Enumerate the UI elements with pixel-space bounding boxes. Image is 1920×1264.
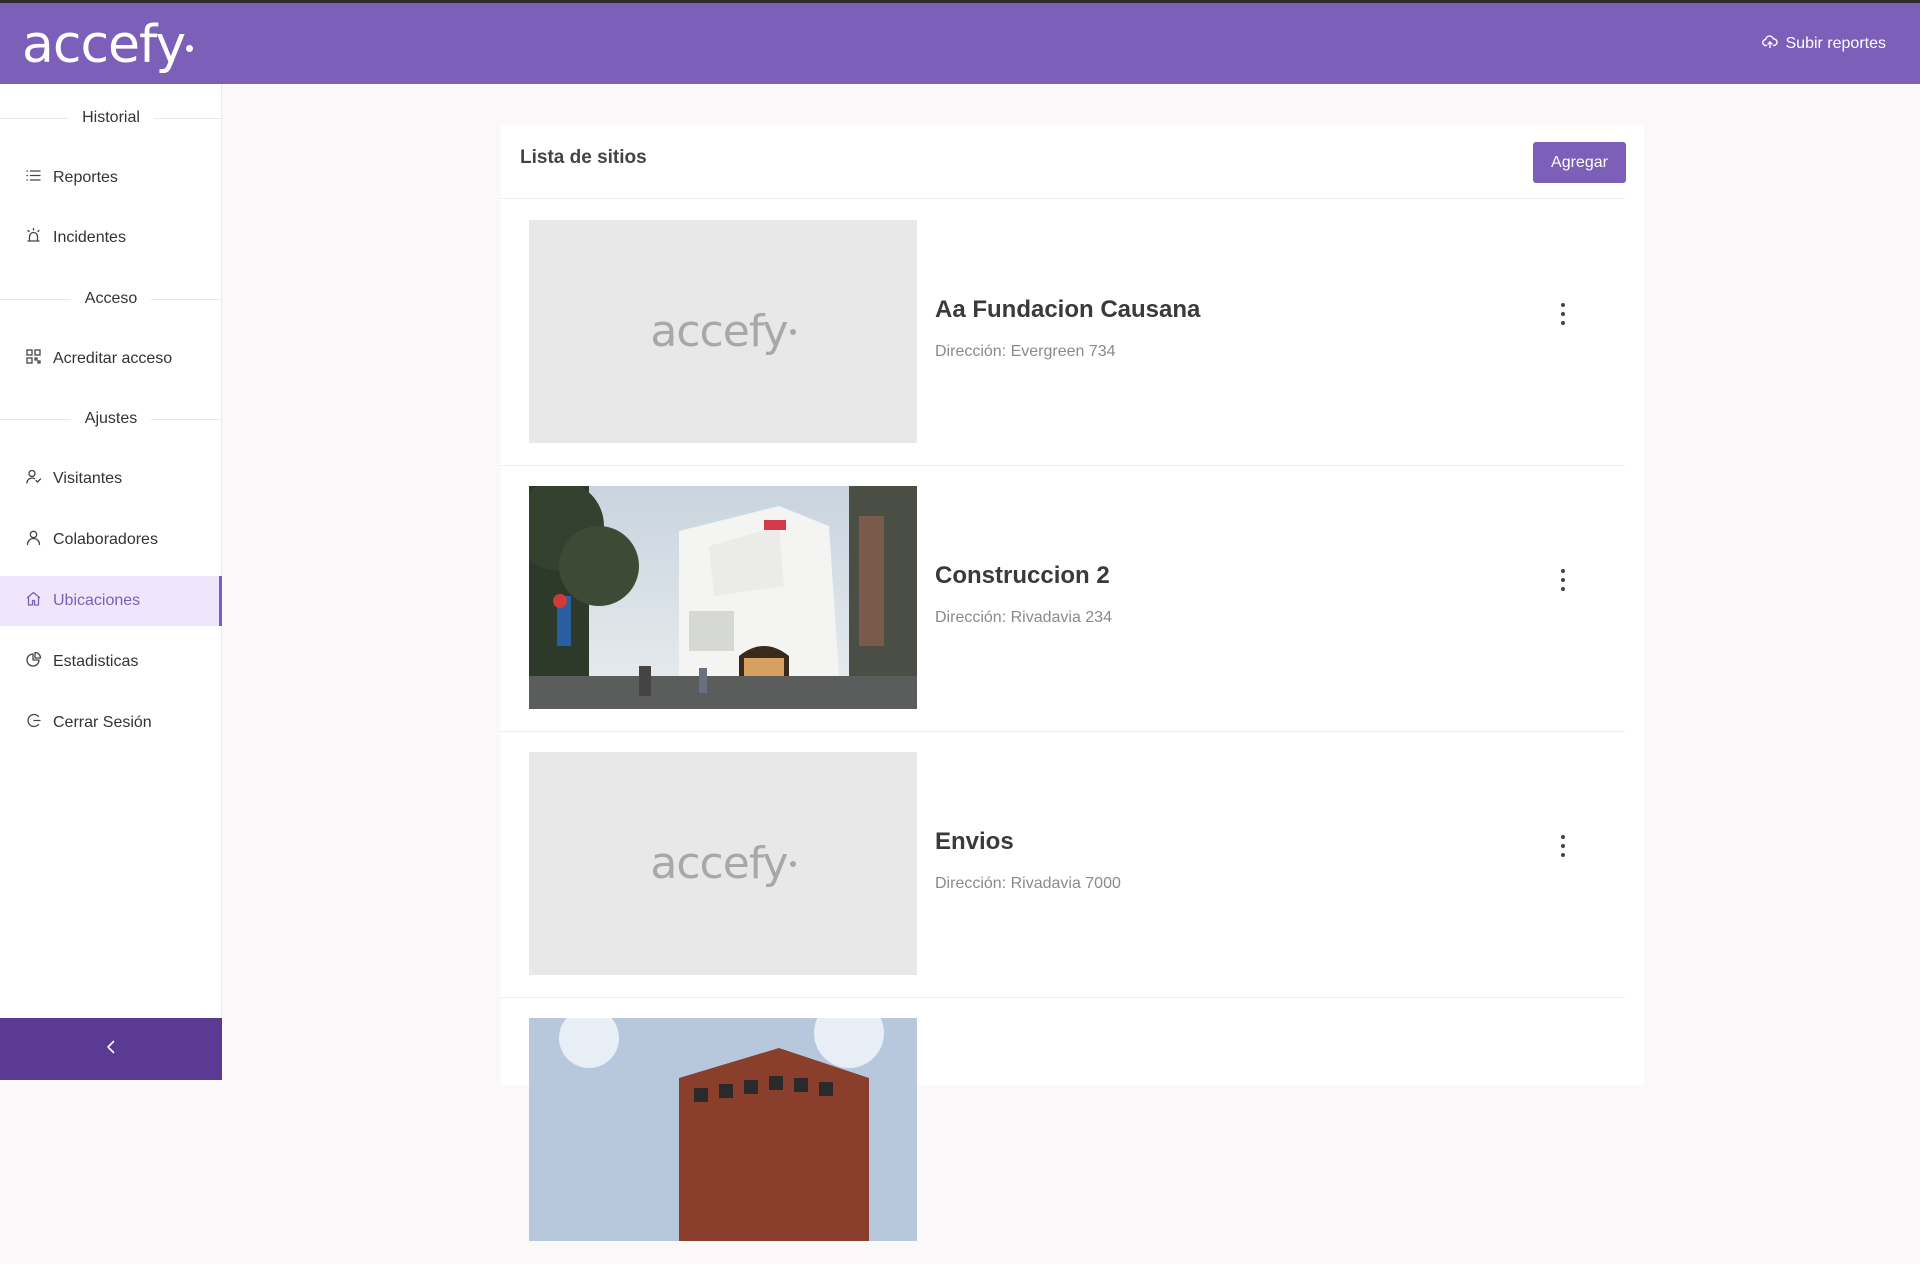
upload-reports-button[interactable]: Subir reportes [1761, 33, 1887, 55]
top-bar: accefy Subir reportes [0, 0, 1920, 84]
sidebar-item-ubicaciones[interactable]: Ubicaciones [0, 576, 222, 626]
sites-list-header: Lista de sitios Agregar [501, 125, 1626, 199]
sidebar-collapse-button[interactable] [0, 1018, 222, 1080]
site-thumbnail-photo [529, 486, 917, 709]
site-row[interactable] [501, 998, 1625, 1264]
chevron-left-icon [104, 1039, 118, 1060]
user-icon [25, 529, 42, 551]
sidebar-item-incidentes[interactable]: Incidentes [0, 213, 221, 263]
site-row[interactable]: accefy Envios Dirección: Rivadavia 7000 [501, 732, 1625, 998]
site-address: Dirección: Rivadavia 234 [935, 609, 1112, 626]
list-icon [25, 167, 42, 189]
visitor-icon [25, 468, 42, 490]
logout-icon [25, 712, 42, 734]
pie-chart-icon [25, 651, 42, 673]
alarm-icon [25, 227, 42, 249]
site-thumbnail-photo [529, 1018, 917, 1241]
accefy-placeholder-logo: accefy [529, 752, 917, 975]
site-address: Dirección: Evergreen 734 [935, 343, 1116, 360]
more-options-icon[interactable] [1551, 294, 1575, 334]
sidebar-item-reportes[interactable]: Reportes [0, 153, 221, 203]
more-options-icon[interactable] [1551, 826, 1575, 866]
building-photo [529, 486, 917, 709]
qr-code-icon [25, 348, 42, 370]
site-address: Dirección: Rivadavia 7000 [935, 875, 1121, 892]
accefy-logo[interactable]: accefy [22, 17, 194, 73]
site-name: Construccion 2 [935, 562, 1110, 589]
sidebar-item-estadisticas[interactable]: Estadisticas [0, 637, 221, 687]
site-thumbnail-placeholder: accefy [529, 752, 917, 975]
add-site-button[interactable]: Agregar [1533, 142, 1626, 183]
site-row[interactable]: accefy Aa Fundacion Causana Dirección: E… [501, 200, 1625, 466]
more-options-icon[interactable] [1551, 560, 1575, 600]
sidebar-item-colaboradores[interactable]: Colaboradores [0, 515, 221, 565]
building-photo [529, 1018, 917, 1241]
sidebar-item-cerrar-sesion[interactable]: Cerrar Sesión [0, 698, 221, 748]
site-row[interactable]: Construccion 2 Dirección: Rivadavia 234 [501, 466, 1625, 732]
section-header-acceso: Acceso [0, 289, 222, 309]
page-title: Lista de sitios [520, 147, 647, 168]
site-thumbnail-placeholder: accefy [529, 220, 917, 443]
cloud-upload-icon [1761, 34, 1778, 55]
site-name: Aa Fundacion Causana [935, 296, 1201, 323]
sidebar-item-visitantes[interactable]: Visitantes [0, 454, 221, 504]
section-header-historial: Historial [0, 108, 223, 128]
sites-list-card: Lista de sitios Agregar accefy Aa Fundac… [501, 125, 1644, 1241]
upload-reports-label: Subir reportes [1785, 35, 1887, 52]
sidebar: Historial Reportes Incidentes Acceso Acr… [0, 84, 223, 1080]
home-icon [25, 590, 42, 612]
site-name: Envios [935, 828, 1014, 855]
sidebar-item-acreditar-acceso[interactable]: Acreditar acceso [0, 334, 221, 384]
accefy-placeholder-logo: accefy [529, 220, 917, 443]
section-header-ajustes: Ajustes [0, 409, 222, 429]
